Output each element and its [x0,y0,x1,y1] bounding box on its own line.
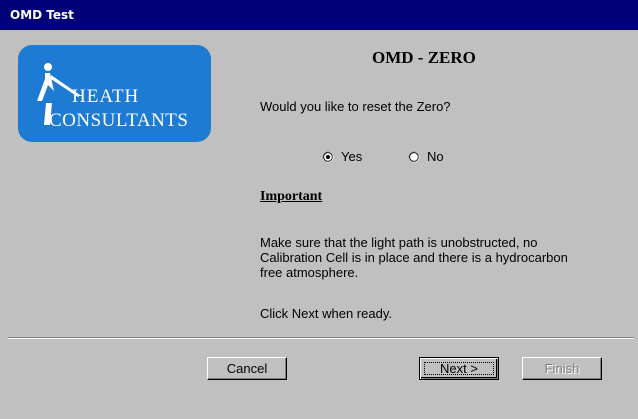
radio-yes-label: Yes [341,149,363,164]
important-heading: Important [260,189,323,204]
radio-selected-icon [322,151,334,163]
logo-text-heath: HEATH [72,86,139,107]
logo-figure-head [44,63,52,71]
finish-button[interactable]: Finish [522,357,602,380]
radio-unselected-icon [408,151,420,163]
logo-text-consultants: CONSULTANTS [49,110,188,131]
ready-prompt: Click Next when ready. [260,306,392,321]
next-button-label: Next > [440,361,478,376]
heath-consultants-logo: HEATH CONSULTANTS [18,45,211,142]
dialog-title: OMD - ZERO [372,48,476,67]
radio-no-label: No [427,149,444,164]
cancel-button-label: Cancel [226,361,268,376]
window-title: OMD Test [10,8,74,22]
window-titlebar[interactable]: OMD Test [0,0,638,30]
next-button[interactable]: Next > [419,357,499,380]
omd-test-window: OMD Test HEATH CONSULTANTS OMD - ZERO Wo… [0,0,638,419]
instructions-text: Make sure that the light path is unobstr… [260,235,568,280]
cancel-button[interactable]: Cancel [207,357,287,380]
button-separator [8,337,634,339]
finish-button-label: Finish [544,361,580,376]
logo-graphic: HEATH CONSULTANTS [37,63,188,131]
reset-zero-question: Would you like to reset the Zero? [260,99,451,114]
